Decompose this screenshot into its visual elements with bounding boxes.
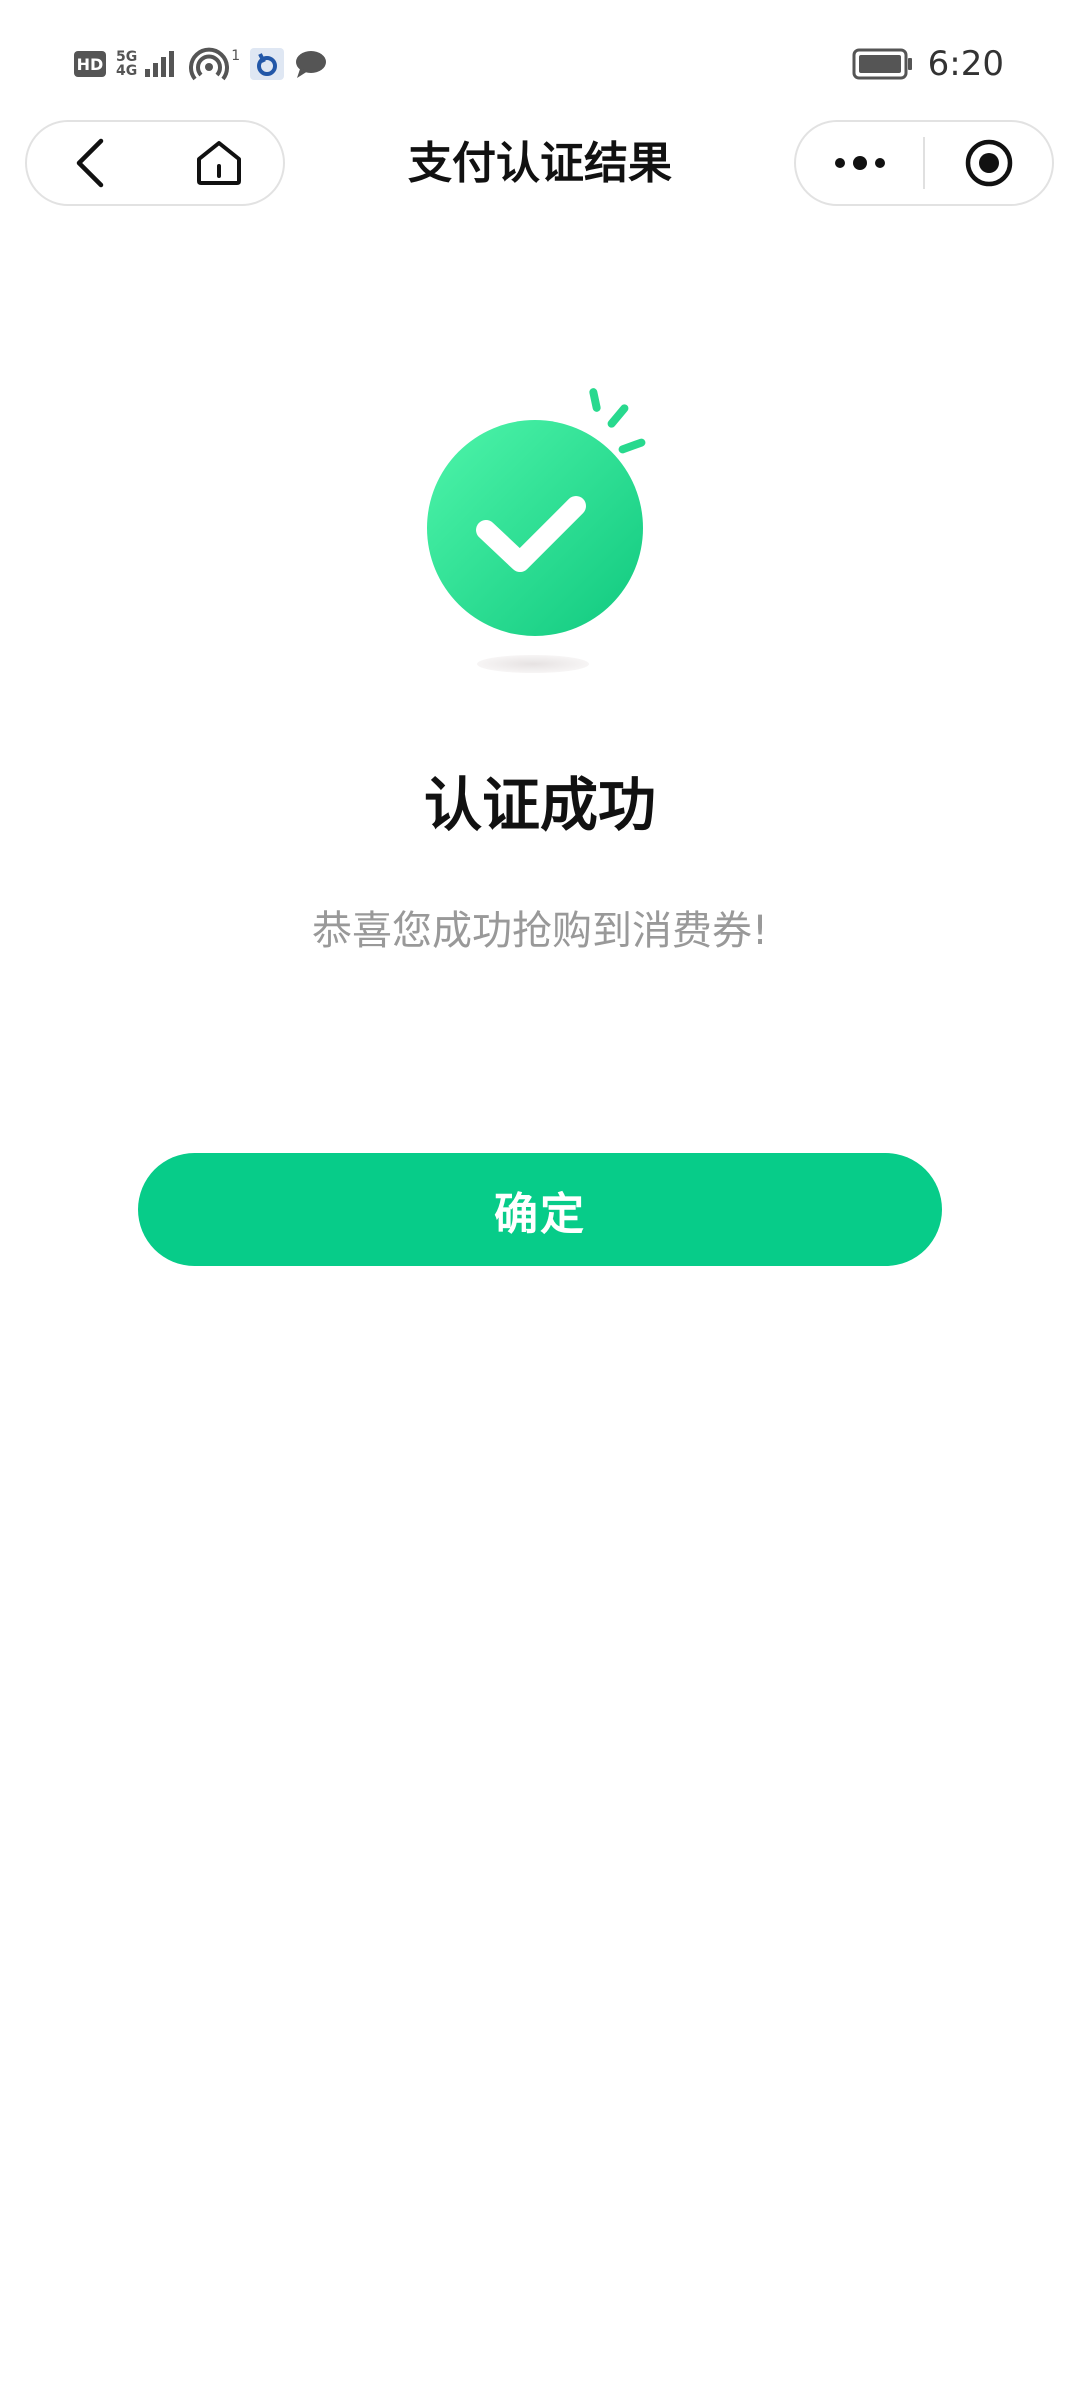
hotspot-count: 1	[231, 48, 241, 64]
home-icon	[197, 141, 241, 185]
nav-right-capsule	[794, 120, 1054, 206]
page-title: 支付认证结果	[408, 138, 672, 189]
home-button[interactable]	[155, 122, 283, 204]
more-dots-icon	[834, 156, 885, 170]
result-title: 认证成功	[423, 771, 656, 839]
app-notification-icon	[250, 48, 285, 80]
confirm-button[interactable]: 确定	[138, 1153, 942, 1266]
success-check-icon	[427, 388, 646, 673]
status-bar: HD 5G 4G 1 6:20	[0, 0, 1080, 120]
message-icon	[296, 51, 327, 78]
status-right-icons: 6:20	[852, 40, 1004, 88]
network-type: 5G 4G	[116, 50, 137, 78]
signal-icon	[145, 51, 175, 77]
hd-icon: HD	[74, 51, 106, 77]
result-message: 恭喜您成功抢购到消费券!	[311, 908, 769, 954]
close-miniprogram-button[interactable]	[925, 122, 1052, 204]
battery-icon	[852, 48, 912, 80]
back-button[interactable]	[27, 122, 155, 204]
hotspot-icon	[189, 47, 230, 81]
back-arrow-icon	[76, 138, 104, 188]
status-time: 6:20	[927, 44, 1004, 84]
target-close-icon	[965, 139, 1012, 187]
status-left-icons: HD 5G 4G 1	[74, 44, 328, 84]
screen: HD 5G 4G 1 6:20 支付认证结果 认证成功 恭喜您成功抢购到消费券!…	[0, 0, 1080, 2388]
network-type-top: 5G	[116, 49, 138, 65]
more-options-button[interactable]	[796, 122, 923, 204]
network-type-bottom: 4G	[116, 63, 138, 79]
nav-left-capsule	[25, 120, 285, 206]
